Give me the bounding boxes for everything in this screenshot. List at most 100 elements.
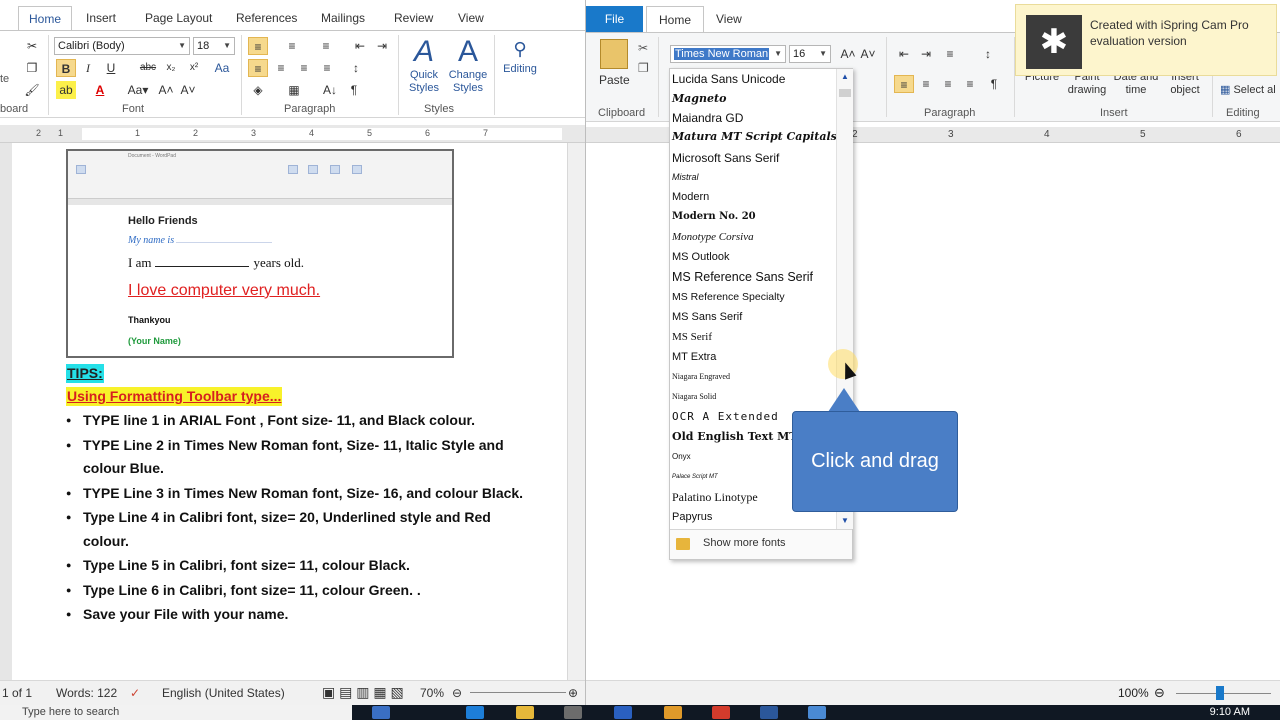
tab-home[interactable]: Home bbox=[646, 6, 705, 32]
task-view-icon[interactable] bbox=[372, 706, 390, 719]
tab-view[interactable]: View bbox=[716, 6, 742, 32]
word-count[interactable]: Words: 122 bbox=[56, 686, 117, 700]
scroll-down-icon[interactable]: ▼ bbox=[837, 514, 853, 528]
justify-icon[interactable]: ≡ bbox=[317, 59, 337, 77]
font-color-icon[interactable]: A bbox=[90, 81, 110, 99]
word-icon[interactable] bbox=[760, 706, 778, 719]
font-option[interactable]: Palace Script MT bbox=[672, 467, 718, 487]
increase-indent-icon[interactable]: ⇥ bbox=[372, 37, 392, 55]
decrease-indent-icon[interactable]: ⇤ bbox=[350, 37, 370, 55]
font-option[interactable]: Modern bbox=[672, 187, 709, 207]
font-option[interactable]: Microsoft Sans Serif bbox=[672, 148, 779, 168]
tab-mailings[interactable]: Mailings bbox=[321, 6, 365, 30]
font-option[interactable]: Onyx bbox=[672, 447, 691, 467]
superscript-button[interactable]: x² bbox=[184, 59, 204, 77]
edge-icon[interactable] bbox=[466, 706, 484, 719]
scroll-thumb[interactable] bbox=[839, 89, 851, 97]
font-option[interactable]: Niagara Engraved bbox=[672, 367, 730, 387]
justify-icon[interactable]: ≡ bbox=[960, 75, 980, 93]
zoom-out-icon[interactable]: ⊖ bbox=[1154, 685, 1165, 701]
tab-review[interactable]: Review bbox=[394, 6, 433, 30]
font-size-combo[interactable]: 18 ▼ bbox=[193, 37, 235, 55]
font-size-combo[interactable]: 16 ▼ bbox=[789, 45, 831, 63]
text-effects-icon[interactable]: Aa bbox=[212, 59, 232, 77]
font-option[interactable]: MS Reference Sans Serif bbox=[672, 267, 813, 287]
chrome-icon[interactable] bbox=[712, 706, 730, 719]
line-spacing-icon[interactable]: ↕ bbox=[978, 45, 998, 63]
bullets-icon[interactable]: ≡ bbox=[940, 45, 960, 63]
font-option[interactable]: Maiandra GD bbox=[672, 108, 743, 128]
align-center-icon[interactable]: ≡ bbox=[271, 59, 291, 77]
bold-button[interactable]: B bbox=[56, 59, 76, 77]
zoom-in-icon[interactable]: ⊕ bbox=[568, 686, 578, 700]
font-option[interactable]: MS Reference Specialty bbox=[672, 287, 785, 307]
grow-font-icon[interactable]: A˄ bbox=[156, 81, 176, 99]
tab-references[interactable]: References bbox=[236, 6, 297, 30]
borders-icon[interactable]: ▦ bbox=[284, 81, 304, 99]
proofing-icon[interactable]: ✓ bbox=[130, 686, 140, 700]
cut-icon[interactable]: ✂ bbox=[638, 41, 648, 55]
zoom-level[interactable]: 100% bbox=[1118, 686, 1149, 700]
font-option[interactable]: MT Extra bbox=[672, 347, 716, 367]
font-option[interactable]: Modern No. 20 bbox=[672, 207, 756, 227]
font-option[interactable]: MS Sans Serif bbox=[672, 307, 742, 327]
select-all-button[interactable]: ▦ Select al bbox=[1220, 83, 1276, 96]
document-page[interactable]: Document - WordPad Hello Friends My name… bbox=[12, 143, 567, 680]
shrink-font-icon[interactable]: A˅ bbox=[178, 81, 198, 99]
multilevel-list-icon[interactable]: ≡ bbox=[316, 37, 336, 55]
bullets-icon[interactable]: ≡ bbox=[248, 37, 268, 55]
align-right-icon[interactable]: ≡ bbox=[294, 59, 314, 77]
file-explorer-icon[interactable] bbox=[516, 706, 534, 719]
decrease-indent-icon[interactable]: ⇤ bbox=[894, 45, 914, 63]
scroll-up-icon[interactable]: ▲ bbox=[837, 70, 853, 84]
zoom-level[interactable]: 70% bbox=[420, 686, 444, 700]
font-option[interactable]: Magneto bbox=[672, 89, 726, 109]
cut-icon[interactable]: ✂ bbox=[22, 37, 42, 55]
app-icon[interactable] bbox=[614, 706, 632, 719]
increase-indent-icon[interactable]: ⇥ bbox=[916, 45, 936, 63]
app-icon[interactable] bbox=[664, 706, 682, 719]
paste-icon[interactable] bbox=[600, 39, 628, 69]
show-more-fonts-button[interactable]: Show more fonts bbox=[670, 529, 852, 559]
font-option[interactable]: Papyrus bbox=[672, 507, 712, 527]
language-indicator[interactable]: English (United States) bbox=[162, 686, 285, 700]
shading-icon[interactable]: ◈ bbox=[248, 81, 268, 99]
font-option[interactable]: Matura MT Script Capitals bbox=[672, 127, 837, 147]
wordpad-icon[interactable] bbox=[808, 706, 826, 719]
tab-view[interactable]: View bbox=[458, 6, 484, 30]
copy-icon[interactable]: ❐ bbox=[22, 59, 42, 77]
zoom-slider-thumb[interactable] bbox=[1216, 686, 1224, 700]
font-option[interactable]: Monotype Corsiva bbox=[672, 227, 754, 247]
page-count[interactable]: 1 of 1 bbox=[2, 686, 32, 700]
font-option[interactable]: Old English Text MT bbox=[672, 427, 798, 447]
font-family-combo[interactable]: Times New Roman ▼ bbox=[670, 45, 786, 63]
zoom-slider[interactable] bbox=[470, 692, 566, 693]
font-option[interactable]: OCR A Extended bbox=[672, 407, 779, 427]
align-left-icon[interactable]: ≡ bbox=[894, 75, 914, 93]
highlight-icon[interactable]: ab bbox=[56, 81, 76, 99]
tab-home[interactable]: Home bbox=[18, 6, 73, 30]
zoom-out-icon[interactable]: ⊖ bbox=[452, 686, 462, 700]
font-option[interactable]: Palatino Linotype bbox=[672, 487, 758, 507]
embedded-wordpad-screenshot[interactable]: Document - WordPad Hello Friends My name… bbox=[66, 149, 454, 358]
pilcrow-icon[interactable]: ¶ bbox=[344, 81, 364, 99]
change-styles-button[interactable]: A Change Styles bbox=[446, 35, 490, 95]
store-icon[interactable] bbox=[564, 706, 582, 719]
align-center-icon[interactable]: ≡ bbox=[916, 75, 936, 93]
align-right-icon[interactable]: ≡ bbox=[938, 75, 958, 93]
taskbar-search-box[interactable]: Type here to search bbox=[0, 705, 352, 720]
vertical-scrollbar[interactable] bbox=[567, 143, 585, 680]
strikethrough-button[interactable]: abc bbox=[138, 59, 158, 77]
tab-insert[interactable]: Insert bbox=[86, 6, 116, 30]
grow-font-icon[interactable]: A˄ bbox=[838, 45, 858, 63]
format-painter-icon[interactable]: 🖌 bbox=[22, 81, 42, 99]
font-option[interactable]: MS Outlook bbox=[672, 247, 729, 267]
align-left-icon[interactable]: ≡ bbox=[248, 59, 268, 77]
copy-icon[interactable]: ❐ bbox=[638, 61, 649, 75]
underline-button[interactable]: U bbox=[101, 59, 121, 77]
font-option[interactable]: MS Serif bbox=[672, 327, 712, 347]
file-tab[interactable]: File bbox=[586, 6, 643, 32]
font-name-combo[interactable]: Calibri (Body) ▼ bbox=[54, 37, 190, 55]
tab-page-layout[interactable]: Page Layout bbox=[145, 6, 212, 30]
sort-icon[interactable]: A↓ bbox=[320, 81, 340, 99]
